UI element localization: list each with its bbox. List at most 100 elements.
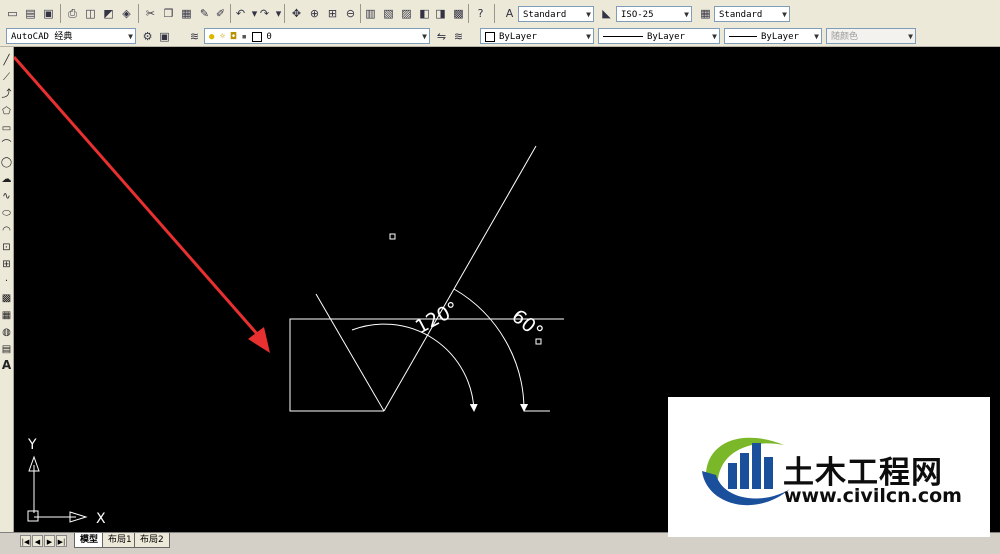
dimension-style-dropdown[interactable]: ISO-25 ▼ [616,6,692,22]
save-workspace-icon[interactable]: ▣ [156,28,173,45]
paste-icon[interactable]: ▦ [178,5,195,22]
chevron-down-icon: ▼ [422,32,427,41]
markup-icon[interactable]: ◨ [432,5,449,22]
arc-icon[interactable]: ⌒ [0,138,13,154]
color-dropdown[interactable]: ByLayer ▼ [480,28,594,44]
layer-dropdown[interactable]: ● ☼ ◘ ▪ 0 ▼ [204,28,430,44]
sun-icon: ☼ [219,32,226,42]
line-120-deg[interactable] [315,293,385,412]
point-icon[interactable]: · [0,274,13,290]
layer-manager-icon[interactable]: ≋ [186,28,203,45]
help-icon[interactable]: ? [472,5,489,22]
layer-color-swatch [252,31,263,42]
table-style-icon[interactable]: ▦ [697,5,714,22]
pickbox-marker [389,233,396,240]
chevron-down-icon: ▼ [712,32,717,41]
plot-style-dropdown: 随颜色 ▼ [826,28,916,44]
polygon-icon[interactable]: ⬠ [0,104,13,120]
color-swatch [485,31,495,42]
angle-label-120: 120° [412,298,463,339]
line-icon[interactable]: ╱ [0,53,13,69]
workspace-value: AutoCAD 经典 [11,32,73,42]
table-icon[interactable]: ▤ [0,342,13,358]
layers-properties-toolbar: AutoCAD 经典 ▼ ⚙ ▣ ≋ ● ☼ ◘ ▪ 0 ▼ ⇋ ≋ ByLay… [0,27,1000,47]
tool-palettes-icon[interactable]: ▨ [398,5,415,22]
zoom-window-icon[interactable]: ⊞ [324,5,341,22]
layer-previous-icon[interactable]: ≋ [450,28,467,45]
next-tab-button[interactable]: ▶ [44,535,55,547]
chevron-down-icon: ▼ [814,32,819,41]
block-editor-icon[interactable]: ✐ [212,5,229,22]
ellipse-icon[interactable]: ⬭ [0,206,13,222]
first-tab-button[interactable]: |◀ [20,535,31,547]
toolbar-separator [60,4,61,23]
new-file-icon[interactable]: ▭ [4,5,21,22]
calculator-icon[interactable]: ▩ [450,5,467,22]
make-block-icon[interactable]: ⊞ [0,257,13,273]
line-60-deg[interactable] [383,145,537,412]
print-icon[interactable]: ⎙ [64,5,81,22]
text-style-dropdown[interactable]: Standard ▼ [518,6,594,22]
last-tab-button[interactable]: ▶| [56,535,67,547]
gradient-icon[interactable]: ▦ [0,308,13,324]
toolbar-separator [360,4,361,23]
dimension-style-icon[interactable]: ◣ [598,5,615,22]
polyline-icon[interactable]: ⤴ [0,87,13,103]
revision-cloud-icon[interactable]: ☁ [0,172,13,188]
copy-icon[interactable]: ❐ [160,5,177,22]
tab-layout1[interactable]: 布局1 [102,533,138,548]
lineweight-dropdown[interactable]: ByLayer ▼ [724,28,822,44]
pan-icon[interactable]: ✥ [288,5,305,22]
open-file-icon[interactable]: ▤ [22,5,39,22]
lock-icon: ◘ [230,32,237,42]
tab-model[interactable]: 模型 [74,533,105,548]
workspace-settings-icon[interactable]: ⚙ [139,28,156,45]
lineweight-value: ByLayer [761,32,799,42]
spline-icon[interactable]: ∿ [0,189,13,205]
properties-icon[interactable]: ▥ [362,5,379,22]
color-value: ByLayer [499,32,537,42]
construction-line-icon[interactable]: ⟋ [0,70,13,86]
dimension-arc-120[interactable] [351,323,478,412]
toolbar-separator [284,4,285,23]
linetype-sample [603,36,643,37]
layer-value: 0 [266,32,272,42]
standard-toolbar: ▭ ▤ ▣ ⎙ ◫ ◩ ◈ ✂ ❐ ▦ ✎ ✐ ↶ ▾ ↷ ▾ ✥ ⊕ ⊞ ⊖ … [0,0,1000,28]
toolbar-separator [468,4,469,23]
lineweight-sample [729,36,757,37]
3d-dwf-icon[interactable]: ◈ [118,5,135,22]
table-style-dropdown[interactable]: Standard ▼ [714,6,790,22]
dimension-marker [535,338,542,345]
ucs-y-label: Y [27,437,37,453]
hatch-icon[interactable]: ▩ [0,291,13,307]
toolbar-separator [494,4,495,23]
toolbar-separator [138,4,139,23]
rectangle-icon[interactable]: ▭ [0,121,13,137]
multiline-text-icon[interactable]: A [0,357,13,373]
plot-icon: ▪ [241,32,247,42]
insert-block-icon[interactable]: ⊡ [0,240,13,256]
make-object-layer-current-icon[interactable]: ⇋ [433,28,450,45]
chevron-down-icon: ▼ [586,10,591,19]
chevron-down-icon: ▼ [586,32,591,41]
circle-icon[interactable]: ◯ [0,155,13,171]
save-icon[interactable]: ▣ [40,5,57,22]
zoom-realtime-icon[interactable]: ⊕ [306,5,323,22]
region-icon[interactable]: ◍ [0,325,13,341]
tab-layout2[interactable]: 布局2 [134,533,170,548]
zoom-previous-icon[interactable]: ⊖ [342,5,359,22]
watermark-logo: 土木工程网 www.civilcn.com [668,397,990,537]
sheet-set-icon[interactable]: ◧ [416,5,433,22]
cut-icon[interactable]: ✂ [142,5,159,22]
prev-tab-button[interactable]: ◀ [32,535,43,547]
design-center-icon[interactable]: ▧ [380,5,397,22]
linetype-dropdown[interactable]: ByLayer ▼ [598,28,720,44]
dimension-arc-60[interactable] [453,288,529,412]
text-style-icon[interactable]: A [501,5,518,22]
match-properties-icon[interactable]: ✎ [196,5,213,22]
dimension-style-value: ISO-25 [621,10,654,20]
workspace-dropdown[interactable]: AutoCAD 经典 ▼ [6,28,136,44]
print-preview-icon[interactable]: ◫ [82,5,99,22]
publish-icon[interactable]: ◩ [100,5,117,22]
ellipse-arc-icon[interactable]: ◠ [0,223,13,239]
